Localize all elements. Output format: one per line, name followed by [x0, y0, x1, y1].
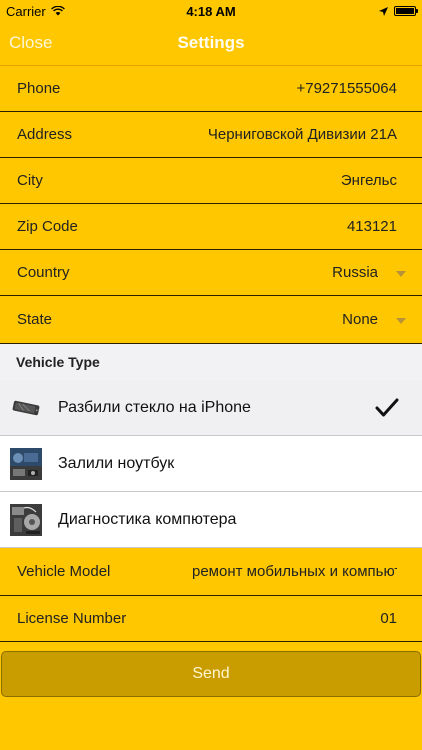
country-select[interactable]: Russia — [332, 264, 406, 281]
status-right — [379, 6, 418, 16]
location-arrow-icon — [379, 6, 388, 16]
state-label: State — [17, 311, 53, 328]
address-field[interactable]: Черниговской Дивизии 21А — [208, 126, 397, 143]
phone-label: Phone — [17, 80, 61, 97]
vehicle-model-field[interactable]: ремонт мобильных и компьютеров — [192, 563, 397, 580]
phone-row[interactable]: Phone +79271555064 — [0, 66, 422, 112]
country-value: Russia — [332, 264, 378, 281]
battery-icon — [394, 6, 418, 16]
address-label: Address — [17, 126, 73, 143]
zip-code-field[interactable]: 413121 — [347, 218, 397, 235]
status-bar: Carrier 4:18 AM — [0, 0, 422, 22]
country-label: Country — [17, 264, 70, 281]
address-row[interactable]: Address Черниговской Дивизии 21А — [0, 112, 422, 158]
chevron-down-icon — [396, 317, 406, 324]
license-number-label: License Number — [17, 610, 127, 627]
chevron-down-icon — [396, 270, 406, 277]
phone-field[interactable]: +79271555064 — [296, 80, 397, 97]
vehicle-type-label: Разбили стекло на iPhone — [58, 398, 251, 416]
laptop-icon — [10, 447, 42, 480]
vehicle-type-option[interactable]: Разбили стекло на iPhone — [0, 380, 422, 436]
state-value: None — [342, 311, 378, 328]
checkmark-icon — [375, 398, 399, 416]
navigation-bar: Close Settings — [0, 22, 422, 66]
city-field[interactable]: Энгельс — [341, 172, 397, 189]
vehicle-type-option[interactable]: Диагностика компютера — [0, 492, 422, 548]
carrier-label: Carrier — [6, 3, 46, 19]
license-number-field[interactable]: 01 — [380, 610, 397, 627]
state-select[interactable]: None — [342, 311, 406, 328]
city-label: City — [17, 172, 43, 189]
vehicle-type-option[interactable]: Залили ноутбук — [0, 436, 422, 492]
state-row[interactable]: State None — [0, 296, 422, 344]
page-title: Settings — [177, 33, 245, 52]
computer-parts-icon — [10, 503, 42, 536]
zip-code-label: Zip Code — [17, 218, 78, 235]
vehicle-type-label: Залили ноутбук — [58, 454, 175, 472]
vehicle-model-row[interactable]: Vehicle Model ремонт мобильных и компьют… — [0, 548, 422, 596]
phone-icon — [12, 400, 40, 415]
vehicle-model-label: Vehicle Model — [17, 563, 111, 580]
country-row[interactable]: Country Russia — [0, 250, 422, 296]
vehicle-type-label: Диагностика компютера — [58, 510, 237, 528]
vehicle-type-header: Vehicle Type — [0, 344, 422, 380]
status-left: Carrier — [6, 4, 65, 19]
city-row[interactable]: City Энгельс — [0, 158, 422, 204]
wifi-icon — [50, 6, 65, 16]
zip-code-row[interactable]: Zip Code 413121 — [0, 204, 422, 250]
send-button[interactable]: Send — [1, 651, 421, 697]
close-button[interactable]: Close — [9, 33, 52, 53]
license-number-row[interactable]: License Number 01 — [0, 596, 422, 642]
